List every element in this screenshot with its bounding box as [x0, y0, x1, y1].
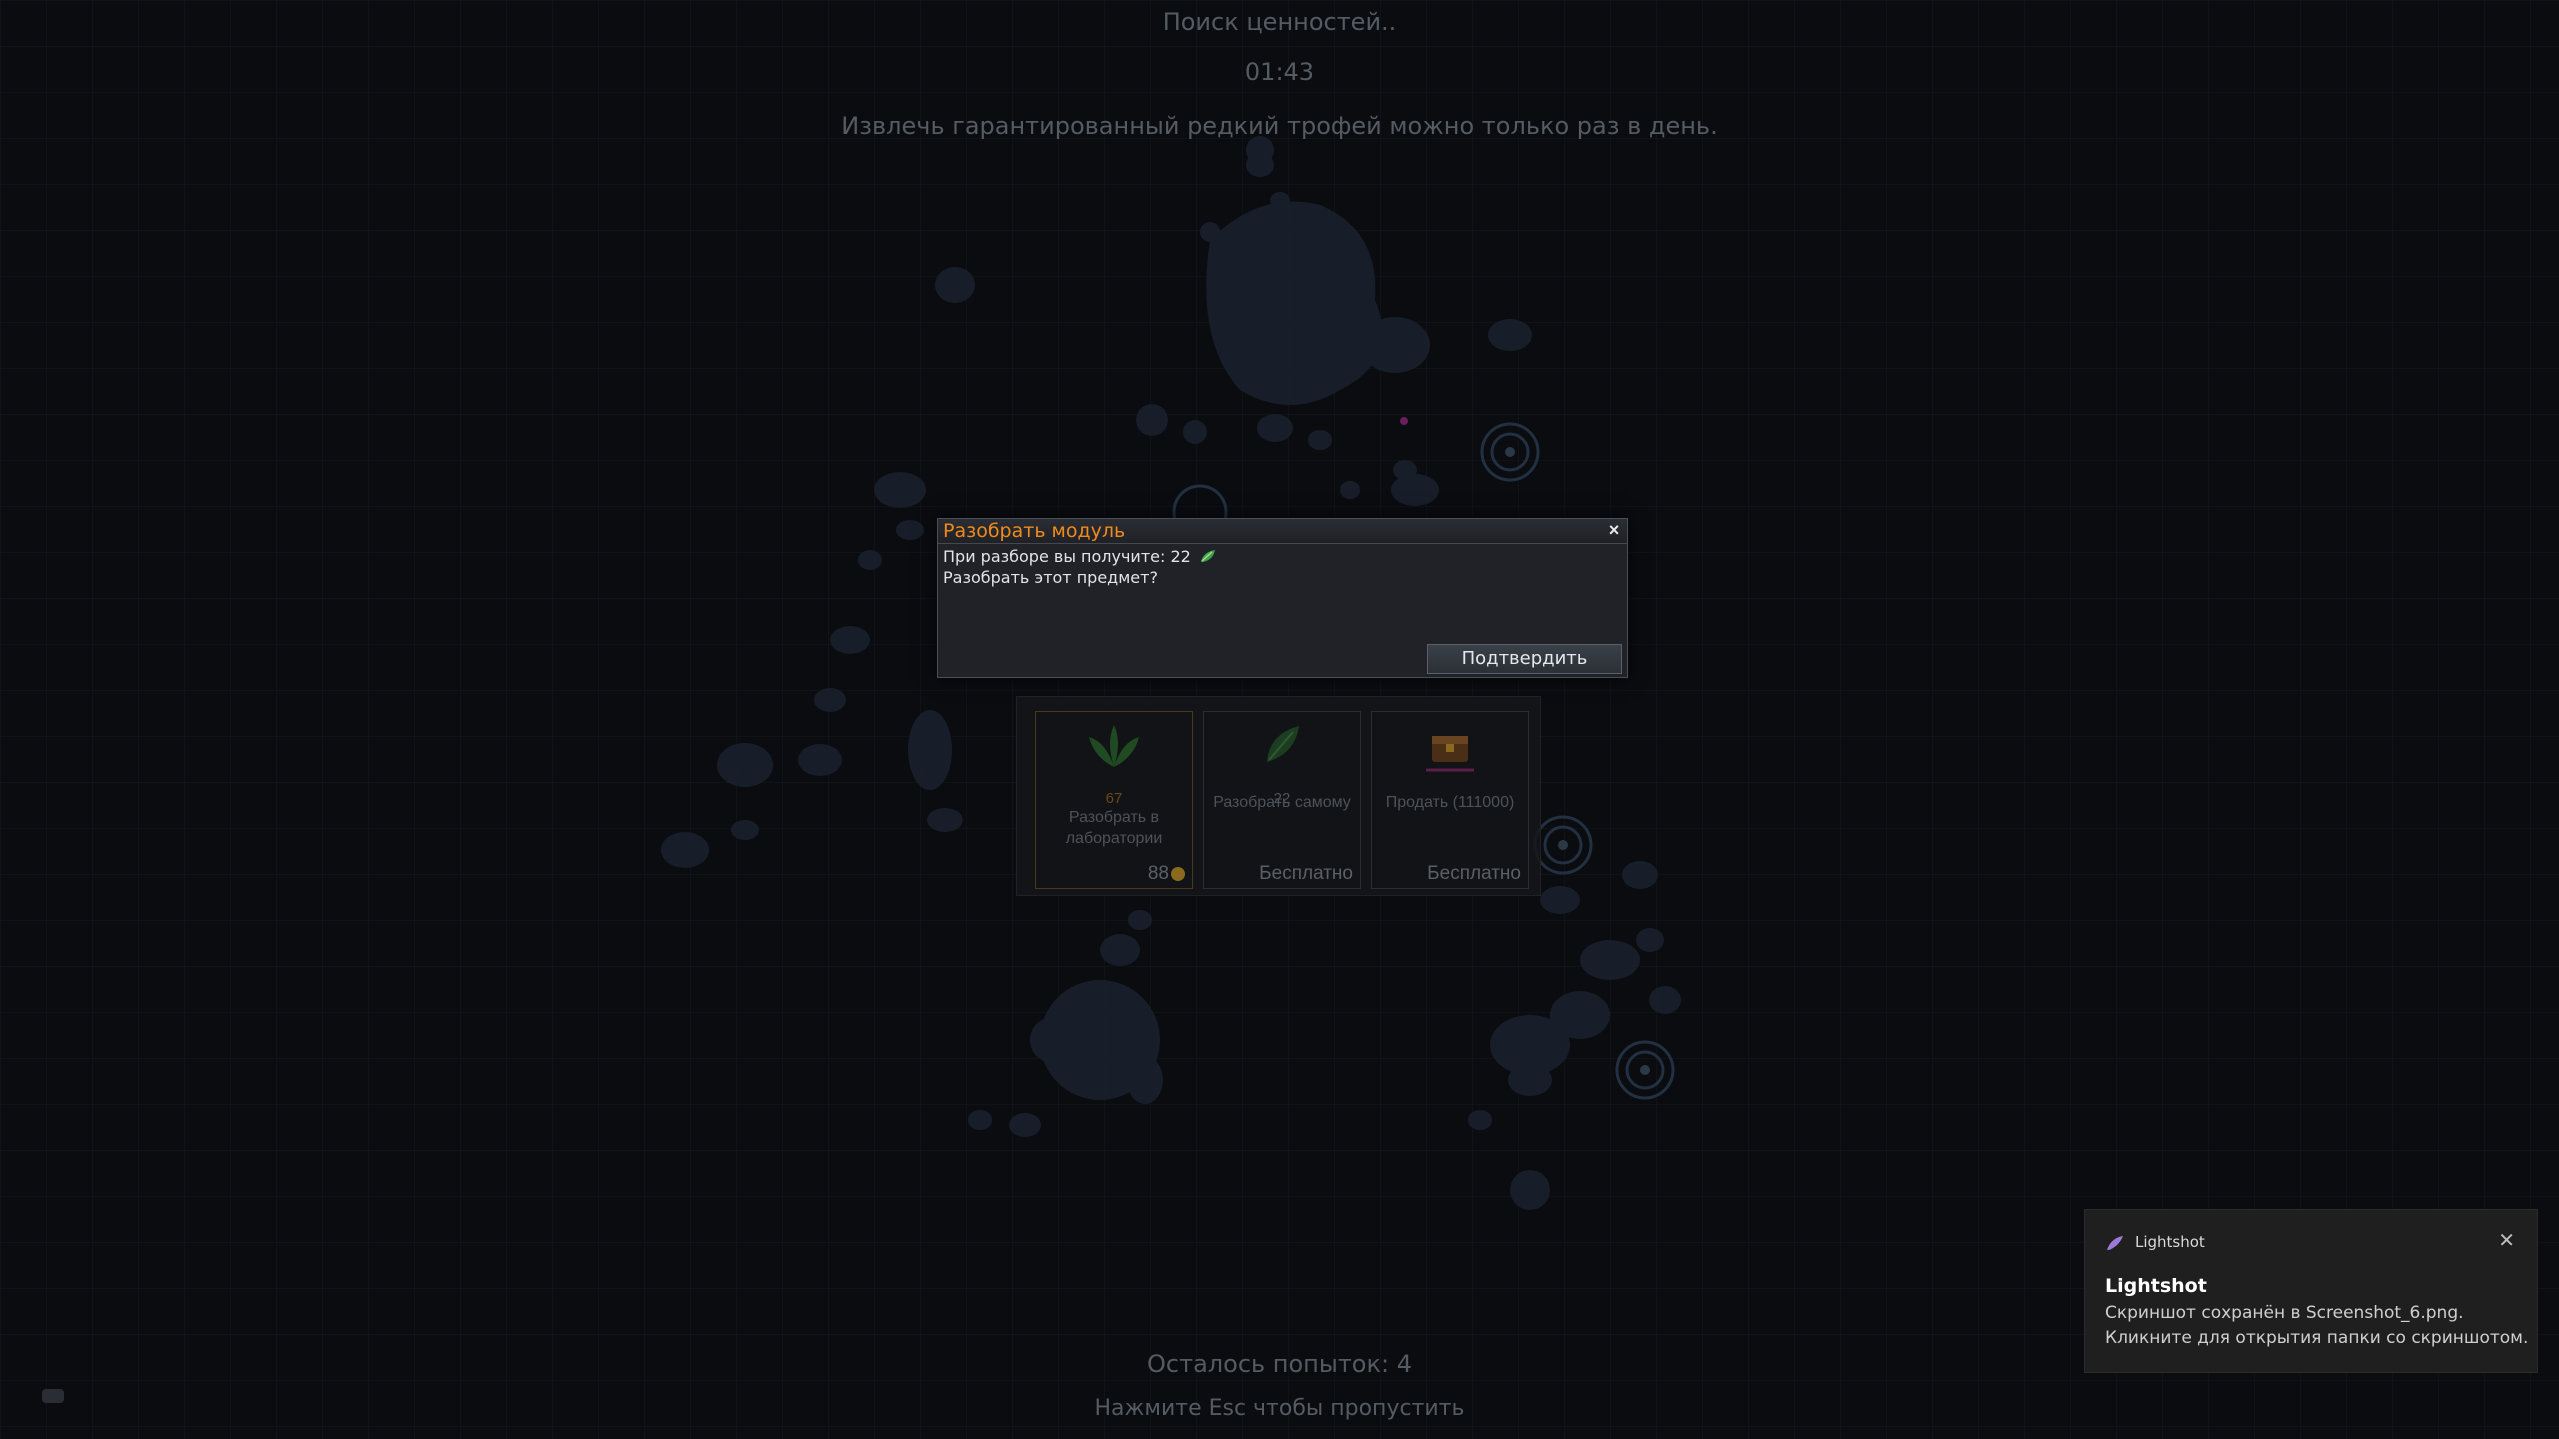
reward-line: При разборе вы получите: 22: [943, 547, 1217, 568]
disassemble-options: 67 Разобрать в лаборатории 88 22 Разобра…: [1016, 696, 1541, 896]
toast-app-name: Lightshot: [2135, 1233, 2205, 1251]
disassemble-module-dialog: Разобрать модуль × При разборе вы получи…: [937, 518, 1628, 678]
leaf-icon: [1084, 722, 1144, 777]
confirm-button[interactable]: Подтвердить: [1427, 644, 1622, 674]
option-cost: 88: [1148, 863, 1185, 885]
countdown-timer: 01:43: [1244, 58, 1315, 86]
daily-trophy-info: Извлечь гарантированный редкий трофей мо…: [841, 112, 1718, 140]
chest-icon: [1420, 722, 1480, 781]
toast-body-line: Скриншот сохранён в Screenshot_6.png.: [2105, 1303, 2464, 1323]
toast-body: Скриншот сохранён в Screenshot_6.png. Кл…: [2105, 1301, 2528, 1351]
coin-icon: [1171, 866, 1185, 881]
option-label: Продать (111000): [1385, 794, 1515, 811]
search-status-text: Поиск ценностей..: [1162, 8, 1397, 36]
close-icon[interactable]: ×: [1605, 521, 1623, 539]
confirm-question: Разобрать этот предмет?: [943, 568, 1158, 587]
toast-body-line: Кликните для открытия папки со скриншото…: [2105, 1328, 2529, 1348]
option-sell[interactable]: Продать (111000) Бесплатно: [1371, 711, 1529, 889]
leaf-icon: [1199, 548, 1217, 568]
option-cost: Бесплатно: [1427, 863, 1521, 884]
option-label: Разобрать самому: [1213, 794, 1351, 811]
feather-icon: [2105, 1234, 2125, 1256]
close-icon[interactable]: ✕: [2498, 1228, 2515, 1252]
option-label: Разобрать в лаборатории: [1065, 809, 1163, 847]
option-self-disassemble[interactable]: 22 Разобрать самому Бесплатно: [1203, 711, 1361, 889]
toast-title: Lightshot: [2105, 1275, 2207, 1297]
option-cost: Бесплатно: [1259, 863, 1353, 884]
option-count: 67: [1105, 790, 1123, 807]
cost-value: 88: [1147, 863, 1169, 884]
leaf-icon: [1257, 722, 1307, 771]
option-lab-disassemble[interactable]: 67 Разобрать в лаборатории 88: [1035, 711, 1193, 889]
skip-hint: Нажмите Esc чтобы пропустить: [1094, 1396, 1465, 1421]
lightshot-notification[interactable]: Lightshot ✕ Lightshot Скриншот сохранён …: [2084, 1209, 2538, 1373]
dialog-title: Разобрать модуль: [943, 520, 1126, 542]
dialog-header: Разобрать модуль ×: [938, 519, 1627, 544]
chat-icon[interactable]: [42, 1389, 64, 1403]
reward-text: При разборе вы получите: 22: [943, 547, 1191, 566]
